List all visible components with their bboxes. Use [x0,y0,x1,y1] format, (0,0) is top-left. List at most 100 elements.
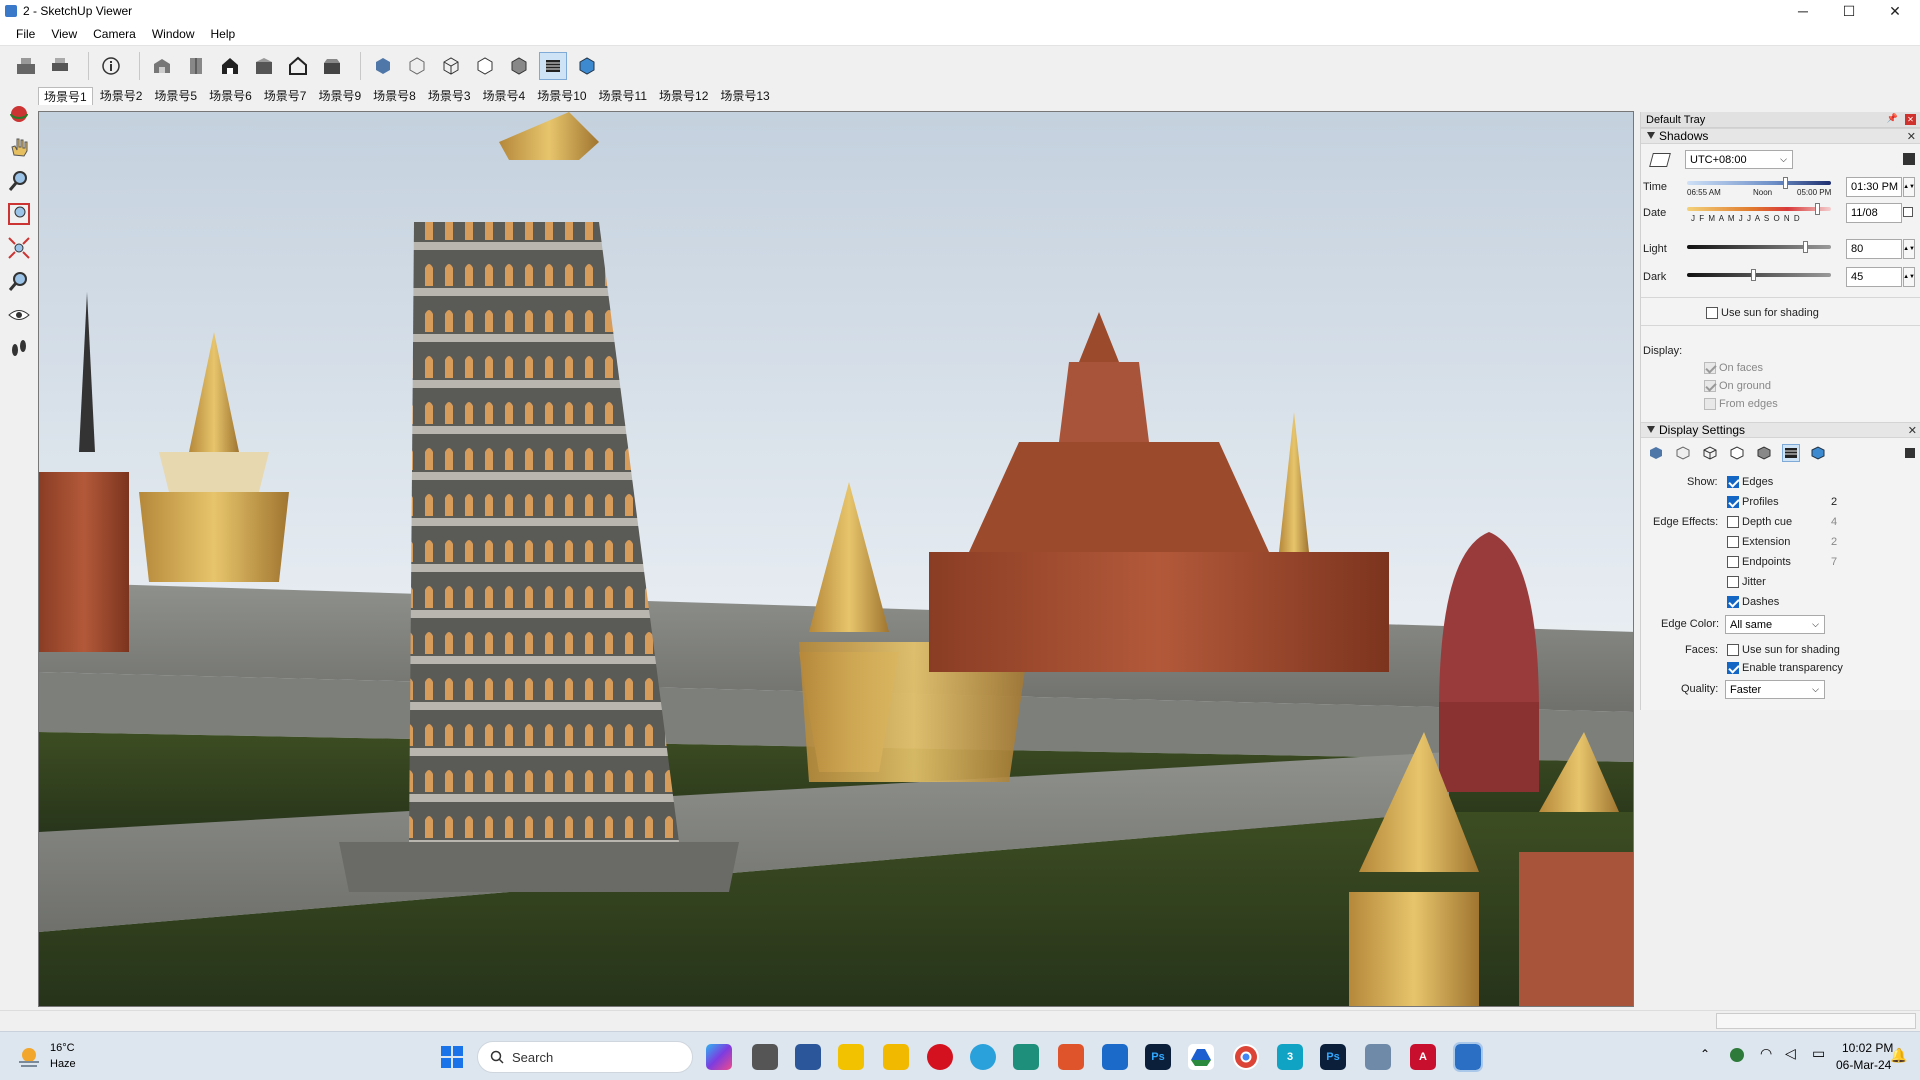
clock-date[interactable]: 06-Mar-24 [1836,1058,1891,1072]
menu-view[interactable]: View [43,27,85,41]
opera-icon[interactable] [927,1044,953,1070]
calculator-icon[interactable] [795,1044,821,1070]
taskbar-search-box[interactable]: Search [477,1041,693,1073]
right-view-icon[interactable] [250,52,278,80]
grammarly-icon[interactable] [1058,1044,1084,1070]
sticky-notes-icon[interactable] [838,1044,864,1070]
shadows-section-header[interactable]: Shadows ✕ [1641,128,1920,144]
orbit-icon[interactable] [5,100,33,128]
time-slider[interactable] [1687,181,1831,185]
task-view-icon[interactable] [752,1044,778,1070]
tray-close-icon[interactable]: ✕ [1905,114,1916,125]
measurements-box[interactable] [1716,1013,1916,1029]
depth-cue-checkbox[interactable] [1727,516,1739,528]
copilot-icon[interactable] [706,1044,732,1070]
shadow-toggle-icon[interactable] [1649,153,1671,167]
time-slider-thumb[interactable] [1783,177,1788,189]
clock-time[interactable]: 10:02 PM [1842,1041,1893,1055]
wireframe-style-icon[interactable] [1701,444,1719,462]
shaded-textures-style-icon[interactable] [1782,444,1800,462]
timezone-select[interactable]: UTC+08:00 ⌵ [1685,150,1793,169]
scene-tab[interactable]: 场景号9 [313,87,366,105]
edge-color-select[interactable]: All same ⌵ [1725,615,1825,634]
dark-input[interactable]: 45 [1846,267,1902,287]
profiles-checkbox[interactable] [1727,496,1739,508]
shadows-close-icon[interactable]: ✕ [1907,130,1916,143]
weather-desc[interactable]: Haze [50,1058,76,1070]
zoom-icon[interactable] [5,167,33,195]
dashes-checkbox[interactable] [1727,596,1739,608]
jitter-checkbox[interactable] [1727,576,1739,588]
photoshop-icon[interactable]: Ps [1145,1044,1171,1070]
battery-icon[interactable]: ▭ [1812,1045,1825,1062]
xray-style-icon[interactable] [369,52,397,80]
steam-icon[interactable] [1102,1044,1128,1070]
wifi-icon[interactable]: ◠ [1760,1045,1772,1062]
minimize-button[interactable]: ─ [1780,0,1826,22]
date-slider-thumb[interactable] [1815,203,1820,215]
model-info-icon[interactable] [97,52,125,80]
walk-icon[interactable] [5,335,33,363]
telegram-icon[interactable] [970,1044,996,1070]
light-slider[interactable] [1687,245,1831,249]
back-edges-style-icon[interactable] [403,52,431,80]
scene-tab[interactable]: 场景号11 [594,87,652,105]
wireframe-style-icon[interactable] [437,52,465,80]
quality-select[interactable]: Faster ⌵ [1725,680,1825,699]
pin-icon[interactable]: 📌 [1887,113,1898,124]
open-file-icon[interactable] [12,52,40,80]
on-faces-checkbox[interactable] [1704,362,1716,374]
light-input[interactable]: 80 [1846,239,1902,259]
time-input[interactable]: 01:30 PM [1846,177,1902,197]
app-icon[interactable] [1013,1044,1039,1070]
enable-transparency-checkbox[interactable] [1727,662,1739,674]
menu-camera[interactable]: Camera [85,27,144,41]
sketchup-viewer-icon[interactable] [1453,1042,1483,1072]
scene-tab[interactable]: 场景号6 [204,87,257,105]
front-view-icon[interactable] [216,52,244,80]
xray-style-icon[interactable] [1647,444,1665,462]
notification-bell-icon[interactable]: 🔔 [1890,1047,1907,1064]
app-icon[interactable]: 3 [1277,1044,1303,1070]
scene-tab[interactable]: 场景号3 [423,87,476,105]
dark-spinner[interactable]: ▲▼ [1903,267,1915,287]
extension-value[interactable]: 2 [1831,536,1837,548]
scene-tab[interactable]: 场景号13 [715,87,774,105]
on-ground-checkbox[interactable] [1704,380,1716,392]
tray-app-icon[interactable] [1730,1048,1744,1062]
endpoints-checkbox[interactable] [1727,556,1739,568]
scene-tab[interactable]: 场景号7 [259,87,312,105]
use-sun-checkbox[interactable] [1706,307,1718,319]
file-explorer-icon[interactable] [883,1044,909,1070]
light-spinner[interactable]: ▲▼ [1903,239,1915,259]
shaded-textures-style-icon[interactable] [539,52,567,80]
faces-use-sun-checkbox[interactable] [1727,644,1739,656]
zoom-extents-icon[interactable] [5,234,33,262]
chevron-up-icon[interactable]: ⌃ [1700,1047,1710,1061]
windows-start-icon[interactable] [440,1045,464,1069]
scene-tab[interactable]: 场景号5 [149,87,202,105]
scene-tab[interactable]: 场景号2 [95,87,148,105]
display-settings-close-icon[interactable]: ✕ [1908,424,1917,437]
profiles-value[interactable]: 2 [1831,496,1837,508]
scene-tab[interactable]: 场景号4 [478,87,531,105]
weather-haze-icon[interactable] [16,1044,42,1070]
chrome-icon[interactable] [1233,1044,1259,1070]
model-viewport[interactable] [38,111,1634,1007]
display-settings-header[interactable]: Display Settings ✕ [1641,422,1920,438]
speaker-icon[interactable]: ◁ [1785,1045,1796,1062]
dark-slider-thumb[interactable] [1751,269,1756,281]
look-around-icon[interactable] [5,301,33,329]
menu-file[interactable]: File [8,27,43,41]
menu-help[interactable]: Help [203,27,244,41]
monochrome-style-icon[interactable] [573,52,601,80]
top-view-icon[interactable] [182,52,210,80]
hidden-line-style-icon[interactable] [471,52,499,80]
menu-window[interactable]: Window [144,27,203,41]
endpoints-value[interactable]: 7 [1831,556,1837,568]
left-view-icon[interactable] [318,52,346,80]
edges-checkbox[interactable] [1727,476,1739,488]
from-edges-checkbox[interactable] [1704,398,1716,410]
shaded-style-icon[interactable] [505,52,533,80]
photoshop-icon[interactable]: Ps [1320,1044,1346,1070]
